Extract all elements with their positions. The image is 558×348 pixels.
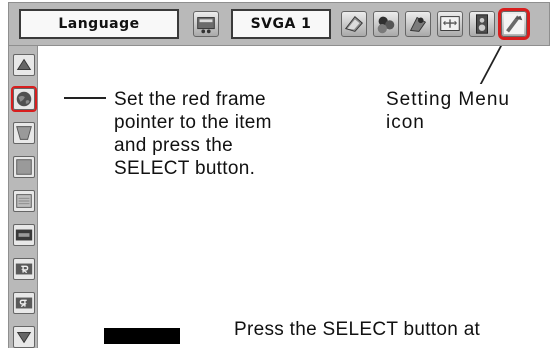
globe-icon[interactable] xyxy=(11,86,37,112)
menu-bar: Language SVGA 1 xyxy=(8,2,550,46)
left-leader-line xyxy=(64,97,106,99)
setting-menu-icon[interactable] xyxy=(498,8,530,40)
sound-icon[interactable] xyxy=(469,11,495,37)
image-adjust-icon[interactable] xyxy=(341,11,367,37)
resolution-label: SVGA 1 xyxy=(250,16,312,32)
language-button[interactable]: Language xyxy=(19,9,179,39)
logo-icon[interactable] xyxy=(13,224,35,246)
redacted-bar xyxy=(104,328,180,344)
image-select-icon[interactable] xyxy=(405,11,431,37)
ceiling-icon[interactable] xyxy=(13,258,35,280)
bottom-instruction-text: Press the SELECT button at xyxy=(234,319,481,340)
keystone-icon[interactable] xyxy=(13,122,35,144)
display-icon[interactable] xyxy=(13,190,35,212)
color-adjust-icon[interactable] xyxy=(373,11,399,37)
select-instruction-text: Set the red frame pointer to the item an… xyxy=(114,89,272,179)
language-label: Language xyxy=(58,16,140,32)
resolution-display: SVGA 1 xyxy=(231,9,331,39)
right-leader-line xyxy=(479,46,502,84)
scroll-down-icon[interactable] xyxy=(13,326,35,348)
rear-icon[interactable] xyxy=(13,292,35,314)
screen-icon[interactable] xyxy=(437,11,463,37)
pc-adjust-icon[interactable] xyxy=(193,11,219,37)
setting-menu-icon-label: Setting Menu icon xyxy=(386,89,510,133)
scroll-up-icon[interactable] xyxy=(13,54,35,76)
sidebar-menu xyxy=(8,46,38,348)
blue-back-icon[interactable] xyxy=(13,156,35,178)
